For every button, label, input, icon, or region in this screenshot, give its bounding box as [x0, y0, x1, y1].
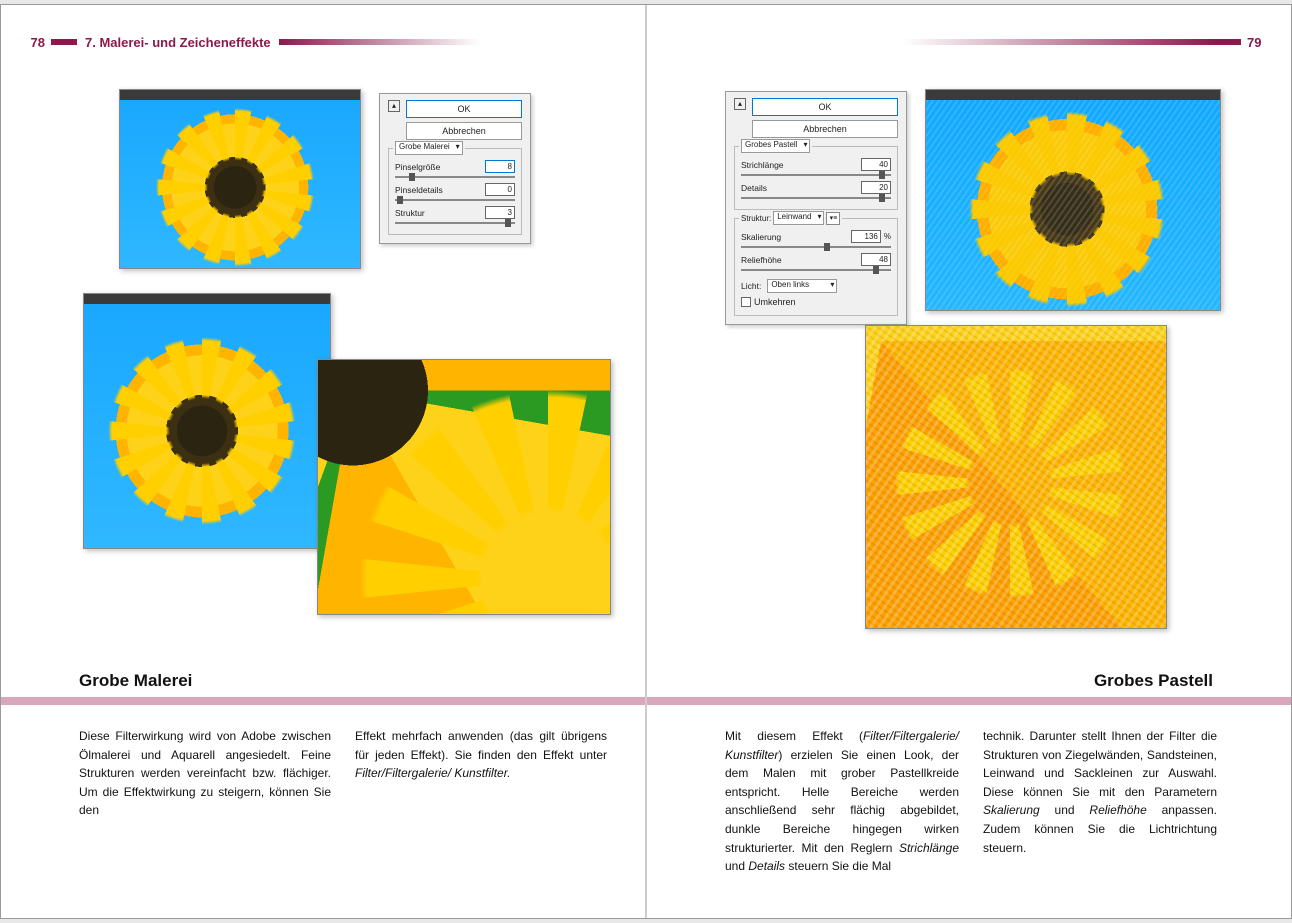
texture-group: Struktur: Leinwand ▾≡ Skalierung 136% Re…	[734, 218, 898, 316]
section-rule	[1, 697, 645, 705]
body-col2b: Filter/Filtergalerie/ Kunstfilter.	[355, 766, 511, 780]
header-gradient	[279, 39, 645, 45]
struktur-slider[interactable]	[395, 222, 515, 224]
t: Skalierung	[983, 803, 1040, 817]
t: Strich­länge	[899, 841, 959, 855]
param-label: Pinselgröße	[395, 162, 440, 172]
texture-menu-icon[interactable]: ▾≡	[826, 212, 840, 225]
umkehren-checkbox[interactable]	[741, 297, 751, 307]
cancel-button[interactable]: Abbrechen	[406, 122, 522, 140]
image-titlebar	[120, 90, 360, 100]
body-col1: Diese Filterwirkung wird von Adobe zwisc…	[79, 729, 331, 817]
pinseldetails-slider[interactable]	[395, 199, 515, 201]
texture-legend: Struktur:	[741, 214, 771, 223]
page-number-right: 79	[1241, 35, 1291, 50]
filter-name-dropdown[interactable]: Grobe Malerei	[395, 141, 463, 155]
t: und	[1040, 803, 1090, 817]
header-gradient	[647, 39, 1215, 45]
param-label: Strichlänge	[741, 160, 784, 170]
body-text: Diese Filterwirkung wird von Adobe zwisc…	[79, 727, 607, 820]
t: technik. Darunter stellt Ihnen der Filte…	[983, 729, 1217, 799]
header-accent	[51, 39, 77, 45]
header-left: 78 7. Malerei- und Zeicheneffekte	[1, 33, 645, 51]
body-text: Mit diesem Effekt (Filter/Filtergalerie/…	[725, 727, 1217, 876]
filter-params-group: Grobes Pastell Strichlänge40 Details20	[734, 146, 898, 210]
filter-dialog-grobes-pastell: ▴ OK Abbrechen Grobes Pastell Strichläng…	[725, 91, 907, 325]
body-col2a: Effekt mehrfach anwenden (das gilt übrig…	[355, 729, 607, 762]
skalierung-input[interactable]: 136	[851, 230, 881, 243]
ok-button[interactable]: OK	[406, 100, 522, 118]
chapter-title: 7. Malerei- und Zeicheneffekte	[77, 35, 279, 50]
unit-percent: %	[884, 232, 891, 241]
image-pastell-zoom	[865, 325, 1167, 629]
t: Mit diesem Effekt (	[725, 729, 863, 743]
param-label: Pinseldetails	[395, 185, 443, 195]
t: Relief­höhe	[1089, 803, 1146, 817]
sunflower-illustration	[84, 304, 330, 548]
reliefhoehe-slider[interactable]	[741, 269, 891, 271]
section-rule	[647, 697, 1291, 705]
skalierung-slider[interactable]	[741, 246, 891, 248]
sunflower-illustration	[866, 326, 1166, 628]
sunflower-illustration	[318, 360, 610, 614]
collapse-icon[interactable]: ▴	[388, 100, 400, 112]
struktur-input[interactable]: 3	[485, 206, 515, 219]
page-left: 78 7. Malerei- und Zeicheneffekte ▴ OK A…	[1, 5, 645, 918]
umkehren-label: Umkehren	[754, 297, 796, 307]
reliefhoehe-input[interactable]: 48	[861, 253, 891, 266]
licht-dropdown[interactable]: Oben links	[767, 279, 837, 293]
section-heading: Grobes Pastell	[1094, 671, 1213, 691]
param-label: Struktur	[395, 208, 425, 218]
sunflower-illustration	[926, 100, 1220, 310]
book-spread: 78 7. Malerei- und Zeicheneffekte ▴ OK A…	[0, 4, 1292, 919]
pinseldetails-input[interactable]: 0	[485, 183, 515, 196]
image-pastell-full	[925, 89, 1221, 311]
pinselgroesse-slider[interactable]	[395, 176, 515, 178]
cancel-button[interactable]: Abbrechen	[752, 120, 898, 138]
licht-label: Licht:	[741, 281, 761, 291]
image-result-zoom	[317, 359, 611, 615]
t: ) erzielen Sie einen Look, der dem Malen…	[725, 748, 959, 855]
page-right: 79 ▴ OK Abbrechen Grobes Pastell Strichl…	[647, 5, 1291, 918]
filter-params-group: Grobe Malerei Pinselgröße8 Pinseldetails…	[388, 148, 522, 235]
strichlaenge-slider[interactable]	[741, 174, 891, 176]
image-titlebar	[926, 90, 1220, 100]
param-label: Reliefhöhe	[741, 255, 782, 265]
page-number-left: 78	[1, 35, 51, 50]
section-heading: Grobe Malerei	[79, 671, 192, 691]
param-label: Skalierung	[741, 232, 781, 242]
details-slider[interactable]	[741, 197, 891, 199]
filter-dialog-grobe-malerei: ▴ OK Abbrechen Grobe Malerei Pinselgröße…	[379, 93, 531, 244]
details-input[interactable]: 20	[861, 181, 891, 194]
pinselgroesse-input[interactable]: 8	[485, 160, 515, 173]
ok-button[interactable]: OK	[752, 98, 898, 116]
t: Details	[748, 859, 785, 873]
sunflower-illustration	[120, 100, 360, 268]
image-original-top	[119, 89, 361, 269]
texture-dropdown[interactable]: Leinwand	[773, 211, 824, 225]
filter-name-dropdown[interactable]: Grobes Pastell	[741, 139, 810, 153]
t: steuern Sie die Mal­	[785, 859, 891, 873]
param-label: Details	[741, 183, 767, 193]
header-accent	[1215, 39, 1241, 45]
image-result-full	[83, 293, 331, 549]
collapse-icon[interactable]: ▴	[734, 98, 746, 110]
header-right: 79	[647, 33, 1291, 51]
image-titlebar	[84, 294, 330, 304]
t: und	[725, 859, 748, 873]
strichlaenge-input[interactable]: 40	[861, 158, 891, 171]
